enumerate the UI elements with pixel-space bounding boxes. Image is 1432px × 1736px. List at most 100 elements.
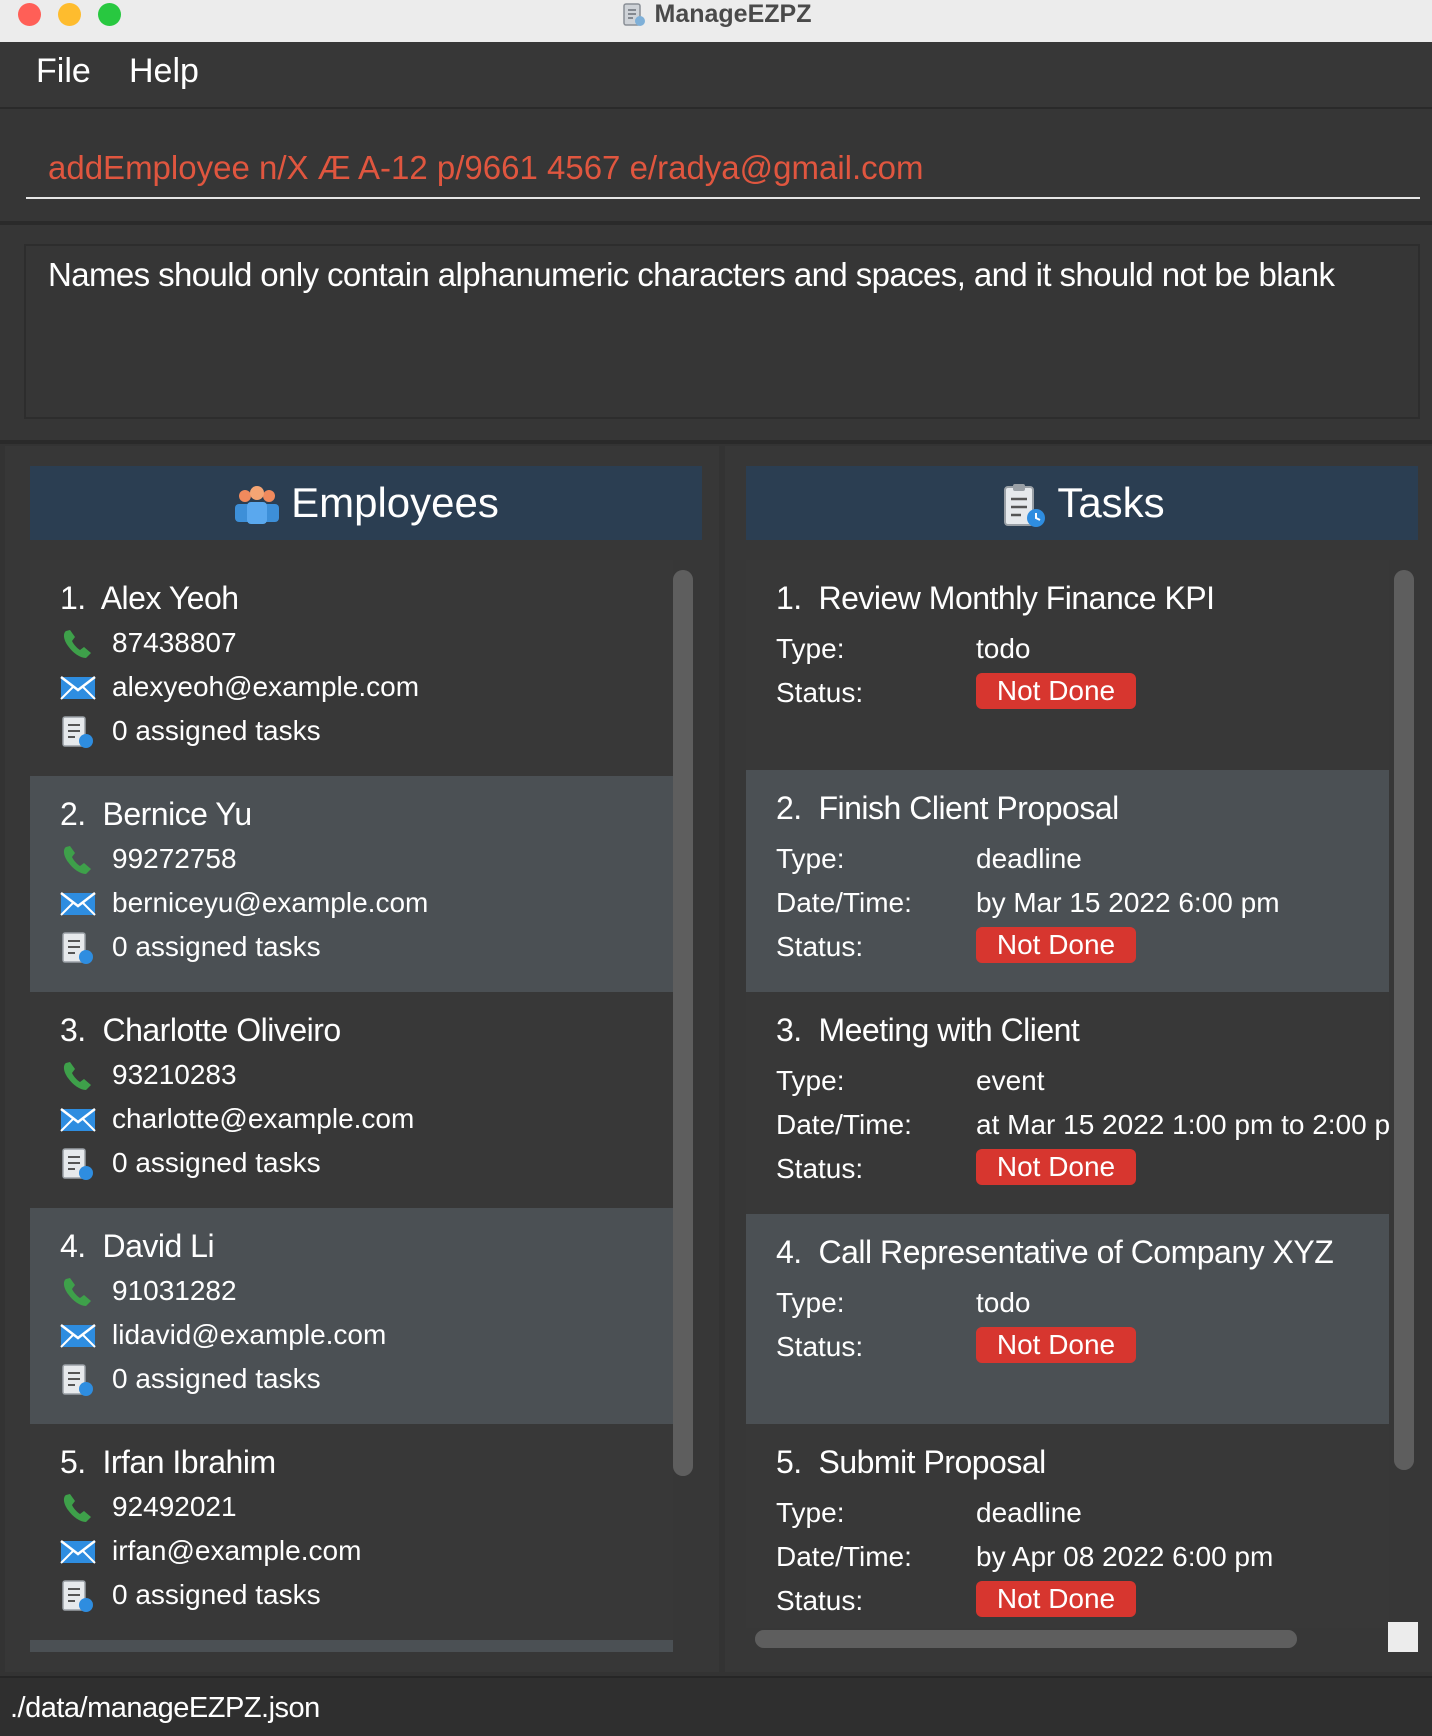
task-list-scrollbar[interactable] bbox=[1394, 570, 1414, 1470]
employee-tasks: 0 assigned tasks bbox=[112, 715, 321, 746]
task-card-2[interactable]: 2. Finish Client Proposal Type: deadline… bbox=[746, 770, 1389, 992]
employees-icon bbox=[235, 485, 280, 524]
task-list-scroll-thumb[interactable] bbox=[1394, 570, 1414, 1470]
employee-card-1[interactable]: 1. Alex Yeoh 87438807 alexyeoh@example.c… bbox=[30, 560, 673, 776]
task-status-label: Status: bbox=[776, 931, 864, 962]
employees-title: Employees bbox=[291, 479, 499, 526]
scrollbar-corner bbox=[1388, 1622, 1418, 1652]
tasks-header: Tasks bbox=[746, 466, 1418, 540]
task-list[interactable]: 1. Review Monthly Finance KPI Type: todo… bbox=[746, 560, 1389, 1628]
task-status-label: Status: bbox=[776, 1585, 864, 1616]
task-status-label: Status: bbox=[776, 1331, 864, 1362]
task-name: Call Representative of Company XYZ bbox=[818, 1234, 1334, 1270]
task-type: event bbox=[976, 1065, 1045, 1096]
phone-icon bbox=[63, 630, 91, 658]
employee-tasks: 0 assigned tasks bbox=[112, 931, 321, 962]
status-badge: Not Done bbox=[976, 1149, 1136, 1185]
command-box bbox=[0, 109, 1432, 225]
employee-phone: 87438807 bbox=[112, 627, 237, 658]
task-list-horizontal-scroll-thumb[interactable] bbox=[755, 1630, 1297, 1648]
window-title: ManageEZPZ bbox=[654, 0, 812, 28]
task-list-icon bbox=[62, 1580, 93, 1612]
phone-icon bbox=[63, 846, 91, 874]
employee-card-4[interactable]: 4. David Li 91031282 lidavid@example.com… bbox=[30, 1208, 673, 1424]
task-status-label: Status: bbox=[776, 1153, 864, 1184]
email-icon bbox=[60, 1324, 96, 1348]
employee-name: David Li bbox=[102, 1228, 215, 1264]
task-datetime-label: Date/Time: bbox=[776, 1109, 912, 1140]
task-title: 1. Review Monthly Finance KPI bbox=[776, 580, 1215, 617]
employee-name: Irfan Ibrahim bbox=[102, 1444, 276, 1480]
employee-index: 2. bbox=[60, 796, 86, 832]
status-bar: ./data/manageEZPZ.json bbox=[0, 1676, 1432, 1736]
task-list-horizontal-scrollbar[interactable] bbox=[755, 1630, 1297, 1648]
task-index: 5. bbox=[776, 1444, 802, 1480]
task-datetime: at Mar 15 2022 1:00 pm to 2:00 pm bbox=[976, 1109, 1389, 1140]
employee-phone: 93210283 bbox=[112, 1059, 237, 1090]
task-list-icon bbox=[62, 932, 93, 964]
help-menu[interactable]: Help bbox=[129, 52, 199, 91]
task-type: deadline bbox=[976, 1497, 1082, 1528]
status-badge: Not Done bbox=[976, 927, 1136, 963]
employee-index: 3. bbox=[60, 1012, 86, 1048]
command-input[interactable] bbox=[26, 139, 1420, 199]
data-file-path: ./data/manageEZPZ.json bbox=[10, 1692, 320, 1724]
task-title: 5. Submit Proposal bbox=[776, 1444, 1046, 1481]
employee-phone: 92492021 bbox=[112, 1491, 237, 1522]
employee-card-5[interactable]: 5. Irfan Ibrahim 92492021 irfan@example.… bbox=[30, 1424, 673, 1640]
employee-phone: 91031282 bbox=[112, 1275, 237, 1306]
employee-email: charlotte@example.com bbox=[112, 1103, 415, 1134]
app-icon bbox=[622, 3, 645, 27]
task-index: 4. bbox=[776, 1234, 802, 1270]
employees-header: Employees bbox=[30, 466, 702, 540]
task-index: 1. bbox=[776, 580, 802, 616]
tasks-icon bbox=[1004, 483, 1046, 527]
panels-area: Employees 1. Alex Yeoh 87438807 alexyeoh… bbox=[0, 444, 1432, 1676]
employee-card-6-partial[interactable] bbox=[30, 1640, 673, 1652]
result-display[interactable]: Names should only contain alphanumeric c… bbox=[24, 244, 1420, 419]
task-card-3[interactable]: 3. Meeting with Client Type: event Date/… bbox=[746, 992, 1389, 1214]
email-icon bbox=[60, 1540, 96, 1564]
employee-card-2[interactable]: 2. Bernice Yu 99272758 berniceyu@example… bbox=[30, 776, 673, 992]
employee-index: 1. bbox=[60, 580, 86, 616]
employee-tasks: 0 assigned tasks bbox=[112, 1363, 321, 1394]
employee-list-scroll-thumb[interactable] bbox=[673, 570, 693, 1476]
employee-card-3[interactable]: 3. Charlotte Oliveiro 93210283 charlotte… bbox=[30, 992, 673, 1208]
task-card-4[interactable]: 4. Call Representative of Company XYZ Ty… bbox=[746, 1214, 1389, 1424]
app-window: ManageEZPZ File Help Names should only c… bbox=[0, 0, 1432, 1736]
employee-title: 4. David Li bbox=[60, 1228, 215, 1265]
employee-list-scrollbar[interactable] bbox=[673, 570, 693, 1476]
employee-index: 4. bbox=[60, 1228, 86, 1264]
task-datetime: by Apr 08 2022 6:00 pm bbox=[976, 1541, 1274, 1572]
task-type-label: Type: bbox=[776, 1065, 845, 1096]
status-badge: Not Done bbox=[976, 1581, 1136, 1617]
phone-icon bbox=[63, 1278, 91, 1306]
task-type-label: Type: bbox=[776, 1497, 845, 1528]
employee-title: 5. Irfan Ibrahim bbox=[60, 1444, 276, 1481]
employee-email: lidavid@example.com bbox=[112, 1319, 387, 1350]
task-card-1[interactable]: 1. Review Monthly Finance KPI Type: todo… bbox=[746, 560, 1389, 770]
file-menu[interactable]: File bbox=[36, 52, 91, 91]
tasks-title: Tasks bbox=[1057, 479, 1165, 526]
menu-bar: File Help bbox=[0, 42, 1432, 109]
result-message: Names should only contain alphanumeric c… bbox=[48, 256, 1335, 293]
task-name: Meeting with Client bbox=[818, 1012, 1080, 1048]
employee-email: alexyeoh@example.com bbox=[112, 671, 420, 702]
employee-list[interactable]: 1. Alex Yeoh 87438807 alexyeoh@example.c… bbox=[30, 560, 673, 1656]
email-icon bbox=[60, 1108, 96, 1132]
employee-name: Bernice Yu bbox=[102, 796, 252, 832]
employee-tasks: 0 assigned tasks bbox=[112, 1147, 321, 1178]
task-type: todo bbox=[976, 1287, 1031, 1318]
employee-tasks: 0 assigned tasks bbox=[112, 1579, 321, 1610]
phone-icon bbox=[63, 1494, 91, 1522]
task-datetime-label: Date/Time: bbox=[776, 1541, 912, 1572]
task-card-5[interactable]: 5. Submit Proposal Type: deadline Date/T… bbox=[746, 1424, 1389, 1628]
task-name: Submit Proposal bbox=[818, 1444, 1046, 1480]
task-type-label: Type: bbox=[776, 843, 845, 874]
employee-name: Alex Yeoh bbox=[100, 580, 239, 616]
employee-title: 3. Charlotte Oliveiro bbox=[60, 1012, 341, 1049]
task-list-icon bbox=[62, 716, 93, 748]
task-type-label: Type: bbox=[776, 1287, 845, 1318]
task-title: 4. Call Representative of Company XYZ bbox=[776, 1234, 1334, 1271]
task-status-label: Status: bbox=[776, 677, 864, 708]
